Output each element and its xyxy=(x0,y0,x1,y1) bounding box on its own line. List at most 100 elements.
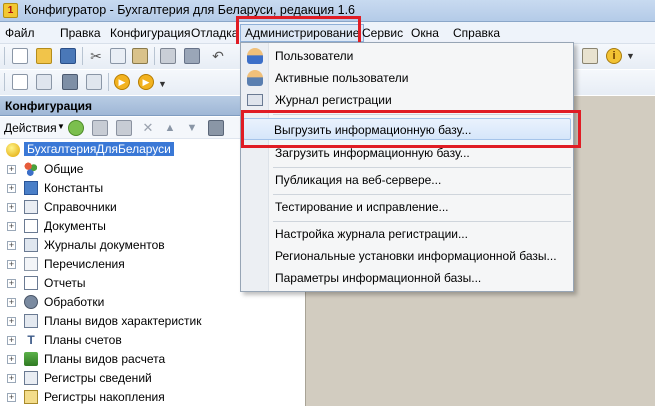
menu-separator xyxy=(273,194,571,195)
menu-debug[interactable]: Отладка xyxy=(191,26,238,40)
menu-item-label: Региональные установки информационной ба… xyxy=(275,249,557,263)
tree-item[interactable]: + Планы видов характеристик xyxy=(0,312,305,331)
add-icon[interactable] xyxy=(68,120,84,136)
actions-menu-button[interactable]: Действия xyxy=(4,121,57,135)
menu-service[interactable]: Сервис xyxy=(362,26,403,40)
menu-help[interactable]: Справка xyxy=(453,26,500,40)
expand-icon[interactable]: + xyxy=(7,241,16,250)
menu-item-label: Активные пользователи xyxy=(275,71,409,85)
window-title: Конфигуратор - Бухгалтерия для Беларуси,… xyxy=(24,3,355,17)
user-icon xyxy=(247,48,263,64)
info-icon[interactable]: i xyxy=(606,48,622,64)
tree-item-label: Журналы документов xyxy=(44,238,165,252)
update-db-icon[interactable] xyxy=(86,74,102,90)
print-icon[interactable] xyxy=(160,48,176,64)
tree-item-label: Обработки xyxy=(44,295,105,309)
expand-icon[interactable]: + xyxy=(7,279,16,288)
menu-item-label: Пользователи xyxy=(275,49,354,63)
menu-item-infobase-params[interactable]: Параметры информационной базы... xyxy=(241,267,573,289)
menu-item-web-publish[interactable]: Публикация на веб-сервере... xyxy=(241,169,573,191)
menu-item-event-log[interactable]: Журнал регистрации xyxy=(241,89,573,111)
administration-dropdown: Пользователи Активные пользователи Журна… xyxy=(240,42,574,292)
tree-item-label: Отчеты xyxy=(44,276,86,290)
compare-icon[interactable] xyxy=(36,74,52,90)
move-up-icon[interactable]: ▲ xyxy=(162,120,178,136)
menu-item-users[interactable]: Пользователи xyxy=(241,45,573,67)
active-users-icon xyxy=(247,70,263,86)
expand-icon[interactable]: + xyxy=(7,260,16,269)
save-icon[interactable] xyxy=(60,48,76,64)
toolbar-separator xyxy=(108,73,109,91)
menu-item-log-settings[interactable]: Настройка журнала регистрации... xyxy=(241,223,573,245)
menu-item-label: Выгрузить информационную базу... xyxy=(274,123,472,137)
journal-icon xyxy=(24,238,38,252)
actions-chevron-icon[interactable]: ▼ xyxy=(57,122,65,131)
new-file-icon[interactable] xyxy=(12,48,28,64)
menu-separator xyxy=(273,167,571,168)
delete-icon[interactable]: ✕ xyxy=(140,120,156,136)
expand-icon[interactable]: + xyxy=(7,165,16,174)
undo-icon[interactable]: ↶ xyxy=(210,48,226,64)
report-icon xyxy=(24,276,38,290)
menu-item-label: Журнал регистрации xyxy=(275,93,392,107)
open-folder-icon[interactable] xyxy=(36,48,52,64)
tree-item[interactable]: + T Планы счетов xyxy=(0,331,305,350)
menu-windows[interactable]: Окна xyxy=(411,26,439,40)
accounts-icon: T xyxy=(27,333,35,347)
calculation-icon xyxy=(24,352,38,366)
menu-item-label: Тестирование и исправление... xyxy=(275,200,449,214)
menu-item-regional-settings[interactable]: Региональные установки информационной ба… xyxy=(241,245,573,267)
move-down-icon[interactable]: ▼ xyxy=(184,120,200,136)
expand-icon[interactable]: + xyxy=(7,317,16,326)
menu-item-label: Публикация на веб-сервере... xyxy=(275,173,442,187)
tree-item[interactable]: + Регистры сведений xyxy=(0,369,305,388)
expand-icon[interactable]: + xyxy=(7,298,16,307)
menu-item-active-users[interactable]: Активные пользователи xyxy=(241,67,573,89)
menu-administration[interactable]: Администрирование xyxy=(240,24,365,42)
menu-configuration[interactable]: Конфигурация xyxy=(110,26,191,40)
expand-icon[interactable]: + xyxy=(7,355,16,364)
syntax-helper-icon[interactable] xyxy=(582,48,598,64)
paste-icon[interactable] xyxy=(132,48,148,64)
copy-icon[interactable] xyxy=(110,48,126,64)
expand-icon[interactable]: + xyxy=(7,222,16,231)
copy-item-icon[interactable] xyxy=(116,120,132,136)
menu-item-import-infobase[interactable]: Загрузить информационную базу... xyxy=(241,142,573,164)
expand-icon[interactable]: + xyxy=(7,184,16,193)
menu-item-export-infobase[interactable]: Выгрузить информационную базу... xyxy=(243,118,571,140)
database-icon[interactable] xyxy=(62,74,78,90)
tree-item[interactable]: + Регистры накопления xyxy=(0,388,305,407)
chevron-down-icon[interactable]: ▼ xyxy=(158,80,167,89)
tree-item-label: Регистры накопления xyxy=(44,390,165,404)
chevron-down-icon[interactable]: ▼ xyxy=(626,52,635,61)
sort-icon[interactable] xyxy=(208,120,224,136)
menu-item-label: Настройка журнала регистрации... xyxy=(275,227,468,241)
menu-item-test-repair[interactable]: Тестирование и исправление... xyxy=(241,196,573,218)
tree-item[interactable]: + Обработки xyxy=(0,293,305,312)
title-bar: 1 Конфигуратор - Бухгалтерия для Беларус… xyxy=(0,0,655,22)
menu-edit[interactable]: Правка xyxy=(60,26,101,40)
constants-icon xyxy=(24,181,38,195)
tree-item-label: Документы xyxy=(44,219,106,233)
menu-separator xyxy=(273,221,571,222)
add-subitem-icon[interactable] xyxy=(92,120,108,136)
expand-icon[interactable]: + xyxy=(7,374,16,383)
chart-characteristics-icon xyxy=(24,314,38,328)
tree-item[interactable]: + Планы видов расчета xyxy=(0,350,305,369)
menu-item-label: Параметры информационной базы... xyxy=(275,271,482,285)
cut-icon[interactable]: ✂ xyxy=(88,48,104,64)
accumulation-register-icon xyxy=(24,390,38,404)
processing-icon xyxy=(24,295,38,309)
catalog-icon xyxy=(24,200,38,214)
expand-icon[interactable]: + xyxy=(7,336,16,345)
preview-icon[interactable] xyxy=(184,48,200,64)
tree-root-label: БухгалтерияДляБеларуси xyxy=(24,142,174,156)
run-enterprise-icon[interactable]: ▶ xyxy=(138,74,154,90)
expand-icon[interactable]: + xyxy=(7,393,16,402)
menu-file[interactable]: Файл xyxy=(5,26,35,40)
toolbar-grip xyxy=(4,47,5,65)
shapes-icon xyxy=(24,162,38,176)
expand-icon[interactable]: + xyxy=(7,203,16,212)
start-debugging-icon[interactable]: ▶ xyxy=(114,74,130,90)
edit-config-icon[interactable] xyxy=(12,74,28,90)
